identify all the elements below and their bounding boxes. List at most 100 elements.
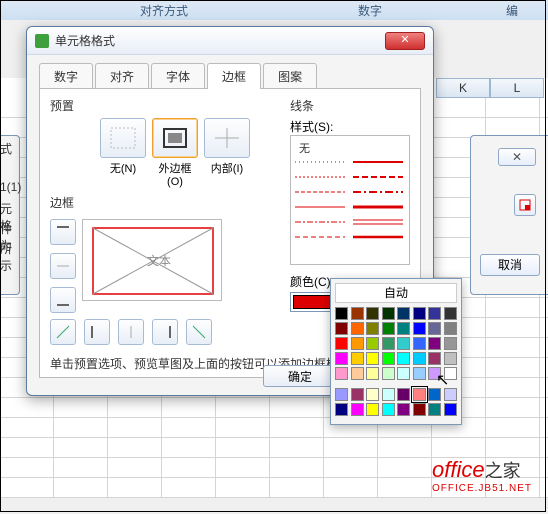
tab-font[interactable]: 字体 [151, 63, 205, 89]
border-diag-down-button[interactable] [186, 319, 212, 345]
color-swatch[interactable] [397, 388, 410, 401]
color-swatch[interactable] [335, 322, 348, 335]
color-swatch[interactable] [397, 352, 410, 365]
color-swatch[interactable] [335, 352, 348, 365]
right-dialog-fragment: ✕ 取消 [470, 135, 548, 295]
color-swatch[interactable] [397, 367, 410, 380]
color-swatch[interactable] [351, 307, 364, 320]
color-swatch[interactable] [335, 388, 348, 401]
style-none[interactable]: 无 [295, 140, 405, 156]
side-dialog-fragment: 式 1(1) 元格 件为 所示 [0, 135, 20, 295]
border-right-button[interactable] [152, 319, 178, 345]
color-swatch[interactable] [444, 367, 457, 380]
color-swatch[interactable] [397, 307, 410, 320]
color-swatch[interactable] [351, 322, 364, 335]
preset-none-button[interactable] [100, 118, 146, 158]
watermark: office之家 OFFICE.JB51.NET [432, 457, 532, 494]
color-swatch[interactable] [397, 337, 410, 350]
color-swatch[interactable] [444, 322, 457, 335]
svg-text:文本: 文本 [147, 253, 171, 268]
col-header-k[interactable]: K [436, 78, 490, 98]
color-swatch[interactable] [335, 307, 348, 320]
border-top-button[interactable] [50, 219, 76, 245]
color-swatch[interactable] [335, 367, 348, 380]
color-swatch[interactable] [382, 307, 395, 320]
color-swatch[interactable] [397, 322, 410, 335]
preset-outline-button[interactable] [152, 118, 198, 158]
tab-align[interactable]: 对齐 [95, 63, 149, 89]
color-swatch[interactable] [351, 352, 364, 365]
ribbon-group-edit[interactable]: 编 [476, 0, 548, 20]
color-swatch[interactable] [397, 403, 410, 416]
color-swatch[interactable] [351, 367, 364, 380]
border-bottom-button[interactable] [50, 287, 76, 313]
tab-strip: 数字 对齐 字体 边框 图案 [27, 55, 433, 89]
right-close-button[interactable]: ✕ [498, 148, 536, 166]
color-swatch[interactable] [382, 337, 395, 350]
color-swatch[interactable] [428, 388, 441, 401]
right-cancel-button[interactable]: 取消 [480, 254, 540, 276]
color-swatch[interactable] [351, 388, 364, 401]
ribbon-group-number[interactable]: 数字 [328, 0, 412, 20]
color-swatch[interactable] [444, 337, 457, 350]
color-swatch[interactable] [428, 352, 441, 365]
border-left-button[interactable] [84, 319, 110, 345]
color-swatch[interactable] [413, 337, 426, 350]
preset-inside-label: 内部(I) [204, 160, 250, 188]
line-style-list[interactable]: 无 [290, 135, 410, 265]
color-swatch[interactable] [382, 352, 395, 365]
color-swatch[interactable] [413, 322, 426, 335]
col-header-l[interactable]: L [490, 78, 544, 98]
border-hmid-button[interactable] [50, 253, 76, 279]
border-vmid-button[interactable] [118, 319, 144, 345]
tab-border[interactable]: 边框 [207, 63, 261, 89]
color-swatch[interactable] [382, 388, 395, 401]
line-label: 线条 [290, 97, 410, 114]
color-swatch[interactable] [366, 388, 379, 401]
border-diag-up-button[interactable] [50, 319, 76, 345]
color-swatch[interactable] [428, 367, 441, 380]
color-swatch[interactable] [335, 337, 348, 350]
color-swatch[interactable] [366, 352, 379, 365]
preset-inside-button[interactable] [204, 118, 250, 158]
color-swatch[interactable] [444, 388, 457, 401]
range-select-icon[interactable] [514, 194, 536, 216]
color-swatch[interactable] [413, 403, 426, 416]
tab-number[interactable]: 数字 [39, 63, 93, 89]
side-l4: 所示 [0, 240, 19, 274]
color-swatch[interactable] [444, 403, 457, 416]
app-icon [35, 34, 49, 48]
ok-button[interactable]: 确定 [263, 365, 337, 387]
close-icon[interactable]: ✕ [385, 32, 425, 50]
color-swatch[interactable] [413, 352, 426, 365]
color-swatch[interactable] [366, 403, 379, 416]
ribbon-group-align[interactable]: 对齐方式 [110, 0, 218, 20]
color-swatch[interactable] [351, 337, 364, 350]
color-swatch[interactable] [444, 352, 457, 365]
dialog-titlebar[interactable]: 单元格格式 ✕ [27, 27, 433, 55]
color-swatch[interactable] [413, 388, 426, 401]
color-swatch-grid [335, 307, 457, 416]
side-l1: 1(1) [0, 180, 21, 194]
color-swatch[interactable] [335, 403, 348, 416]
border-preview: 文本 [82, 219, 222, 301]
color-swatch[interactable] [366, 307, 379, 320]
color-swatch[interactable] [366, 367, 379, 380]
color-swatch[interactable] [351, 403, 364, 416]
color-swatch[interactable] [444, 307, 457, 320]
color-swatch[interactable] [413, 367, 426, 380]
color-swatch[interactable] [382, 367, 395, 380]
color-swatch[interactable] [428, 337, 441, 350]
color-swatch[interactable] [413, 307, 426, 320]
color-swatch[interactable] [428, 403, 441, 416]
color-swatch[interactable] [366, 337, 379, 350]
tab-pattern[interactable]: 图案 [263, 63, 317, 89]
color-swatch[interactable] [428, 322, 441, 335]
color-swatch[interactable] [382, 322, 395, 335]
watermark-brand1: office [432, 457, 485, 482]
color-swatch[interactable] [382, 403, 395, 416]
color-swatch[interactable] [366, 322, 379, 335]
auto-color-button[interactable]: 自动 [335, 283, 457, 303]
color-swatch[interactable] [428, 307, 441, 320]
dialog-title: 单元格格式 [55, 32, 385, 49]
